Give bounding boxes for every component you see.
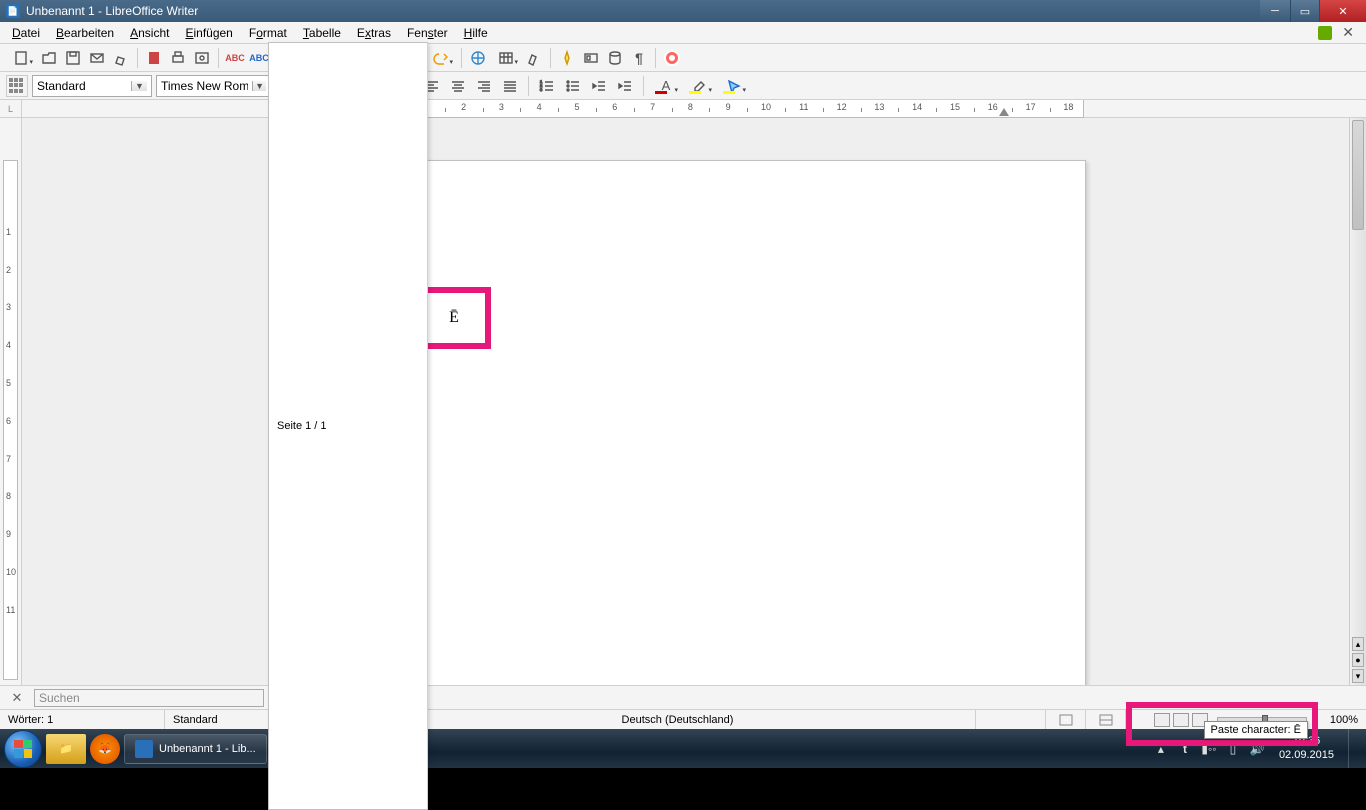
tray-show-hidden-icon[interactable]: ▴ <box>1153 741 1169 757</box>
status-insertmode[interactable] <box>976 710 1046 729</box>
nonprinting-chars-button[interactable]: ¶ <box>628 47 650 69</box>
ruler-corner: L <box>0 100 22 117</box>
align-justify-button[interactable] <box>499 75 521 97</box>
document-icon: 📄 <box>6 4 20 18</box>
status-selectionmode[interactable] <box>1046 710 1086 729</box>
window-title: Unbenannt 1 - LibreOffice Writer <box>26 4 198 18</box>
menubar: Datei Bearbeiten Ansicht Einfügen Format… <box>0 22 1366 44</box>
tray-app-icon[interactable]: t <box>1177 741 1193 757</box>
firefox-icon[interactable]: 🦊 <box>90 734 120 764</box>
status-language[interactable]: Deutsch (Deutschland) <box>380 710 976 729</box>
close-document-button[interactable]: ✕ <box>1342 24 1354 41</box>
find-toolbar: ✕ Suchen ▼ ▲ ▼ <box>0 685 1366 709</box>
help-button[interactable] <box>661 47 683 69</box>
vertical-ruler[interactable]: 1234567891011 <box>0 118 22 685</box>
tray-network-icon[interactable]: ▮◦◦ <box>1201 741 1217 757</box>
annotation-highlight-box: Ē <box>417 287 491 349</box>
numbered-list-button[interactable]: 123 <box>536 75 558 97</box>
increase-indent-button[interactable] <box>614 75 636 97</box>
close-findbar-button[interactable]: ✕ <box>6 687 28 709</box>
align-right-button[interactable] <box>473 75 495 97</box>
next-page-button[interactable]: ▾ <box>1352 669 1364 683</box>
menu-bearbeiten[interactable]: Bearbeiten <box>48 24 122 42</box>
font-color-button[interactable]: A <box>651 75 681 97</box>
status-page[interactable]: Seite 1 / 1 <box>268 42 428 810</box>
svg-text:3: 3 <box>540 87 543 92</box>
show-draw-button[interactable] <box>523 47 545 69</box>
menu-extras[interactable]: Extras <box>349 24 399 42</box>
taskbar-item-writer[interactable]: Unbenannt 1 - Lib... <box>124 734 267 764</box>
background-color-button[interactable] <box>719 75 749 97</box>
menu-fenster[interactable]: Fenster <box>399 24 456 42</box>
view-single-button[interactable] <box>1154 713 1170 727</box>
menu-tabelle[interactable]: Tabelle <box>295 24 349 42</box>
save-button[interactable] <box>62 47 84 69</box>
right-indent-marker[interactable] <box>999 108 1009 116</box>
document-text[interactable]: Ē <box>449 309 459 327</box>
tray-battery-icon[interactable]: ▯ <box>1225 741 1241 757</box>
spellcheck-button[interactable]: ABC <box>224 47 246 69</box>
print-button[interactable] <box>167 47 189 69</box>
menu-einfuegen[interactable]: Einfügen <box>177 24 240 42</box>
formatting-toolbar: Standard▼ Times New Roman▼ 12▼ A A A 123… <box>0 72 1366 100</box>
app-window: 📄 Unbenannt 1 - LibreOffice Writer ─ ▭ ✕… <box>0 0 1366 729</box>
email-button[interactable] <box>86 47 108 69</box>
taskbar-item-label: Unbenannt 1 - Lib... <box>159 743 256 755</box>
styles-window-button[interactable] <box>6 75 28 97</box>
highlight-color-button[interactable] <box>685 75 715 97</box>
document-area[interactable]: Ē <box>22 118 1349 685</box>
status-signature[interactable] <box>1086 710 1126 729</box>
new-button[interactable] <box>6 47 36 69</box>
minimize-button[interactable]: ─ <box>1260 0 1290 22</box>
tray-volume-icon[interactable]: 🔊 <box>1249 741 1265 757</box>
auto-spellcheck-button[interactable]: ABC <box>248 47 270 69</box>
scrollbar-thumb[interactable] <box>1352 120 1364 230</box>
show-desktop-button[interactable] <box>1348 729 1358 768</box>
bullet-list-button[interactable] <box>562 75 584 97</box>
hyperlink-button[interactable] <box>467 47 489 69</box>
tooltip: Paste character: Ē <box>1204 721 1309 739</box>
print-preview-button[interactable] <box>191 47 213 69</box>
prev-page-button[interactable]: ▴ <box>1352 637 1364 651</box>
decrease-indent-button[interactable] <box>588 75 610 97</box>
find-input[interactable]: Suchen <box>34 689 264 707</box>
menu-hilfe[interactable]: Hilfe <box>456 24 496 42</box>
data-sources-button[interactable] <box>604 47 626 69</box>
navigation-button[interactable]: ● <box>1352 653 1364 667</box>
table-button[interactable] <box>491 47 521 69</box>
menu-ansicht[interactable]: Ansicht <box>122 24 177 42</box>
horizontal-ruler[interactable]: 1123456789101112131415161718 <box>22 100 1366 117</box>
export-pdf-button[interactable] <box>143 47 165 69</box>
edit-button[interactable] <box>110 47 132 69</box>
vertical-scrollbar[interactable]: ▴ ● ▾ <box>1349 118 1366 685</box>
view-multi-button[interactable] <box>1173 713 1189 727</box>
titlebar[interactable]: 📄 Unbenannt 1 - LibreOffice Writer ─ ▭ ✕ <box>0 0 1366 22</box>
align-center-button[interactable] <box>447 75 469 97</box>
update-icon[interactable] <box>1318 26 1332 40</box>
statusbar: Seite 1 / 1 Wörter: 1 Standard Deutsch (… <box>0 709 1366 729</box>
status-words[interactable]: Wörter: 1 <box>0 710 165 729</box>
font-name-combo[interactable]: Times New Roman▼ <box>156 75 271 97</box>
tray-clock[interactable]: 19:36 02.09.2015 <box>1279 735 1334 761</box>
start-button[interactable] <box>4 730 42 768</box>
open-button[interactable] <box>38 47 60 69</box>
standard-toolbar: ABC ABC ¶ <box>0 44 1366 72</box>
gallery-button[interactable] <box>580 47 602 69</box>
paragraph-style-combo[interactable]: Standard▼ <box>32 75 152 97</box>
content-area: 1234567891011 Ē ▴ ● ▾ <box>0 118 1366 685</box>
close-button[interactable]: ✕ <box>1320 0 1366 22</box>
explorer-icon[interactable]: 📁 <box>46 734 86 764</box>
menu-datei[interactable]: Datei <box>4 24 48 42</box>
writer-taskbar-icon <box>135 740 153 758</box>
maximize-button[interactable]: ▭ <box>1290 0 1320 22</box>
navigator-button[interactable] <box>556 47 578 69</box>
windows-taskbar[interactable]: 📁 🦊 Unbenannt 1 - Lib... ▴ t ▮◦◦ ▯ 🔊 19:… <box>0 729 1366 768</box>
menu-format[interactable]: Format <box>241 24 295 42</box>
redo-button[interactable] <box>426 47 456 69</box>
status-zoom[interactable]: 100% <box>1316 710 1366 729</box>
ruler-row: L 1123456789101112131415161718 <box>0 100 1366 118</box>
